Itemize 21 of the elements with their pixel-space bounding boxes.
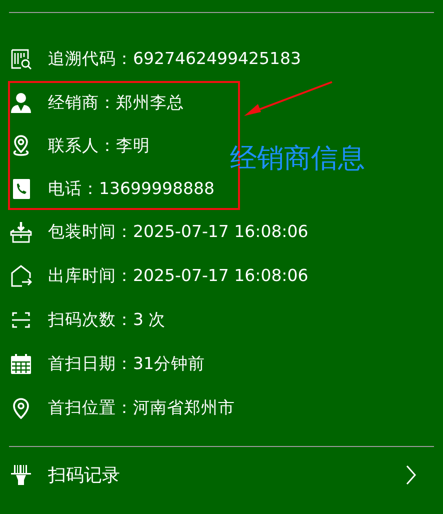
location-pin-icon	[10, 134, 32, 156]
package-icon	[10, 221, 32, 243]
info-text: 联系人：李明	[48, 134, 150, 156]
location-pin-icon	[10, 397, 32, 419]
barcode-search-icon	[10, 48, 32, 70]
info-text: 首扫日期：31分钟前	[48, 353, 205, 375]
chevron-right-icon	[405, 464, 417, 486]
house-exit-icon	[10, 265, 32, 287]
barcode-scanner-icon	[10, 464, 32, 486]
phone-book-icon	[10, 178, 32, 200]
scan-record-item[interactable]: 扫码记录	[0, 447, 443, 487]
info-text: 包装时间：2025-07-17 16:08:06	[48, 221, 308, 243]
info-text: 经销商：郑州李总	[48, 92, 184, 114]
info-text: 扫码次数：3 次	[48, 309, 166, 331]
person-icon	[10, 92, 32, 114]
scan-icon	[10, 309, 32, 331]
info-text: 出库时间：2025-07-17 16:08:06	[48, 265, 308, 287]
info-text: 首扫位置：河南省郑州市	[48, 397, 235, 419]
calendar-icon	[10, 353, 32, 375]
info-text: 追溯代码：6927462499425183	[48, 48, 301, 70]
info-text: 电话：13699998888	[48, 178, 214, 200]
